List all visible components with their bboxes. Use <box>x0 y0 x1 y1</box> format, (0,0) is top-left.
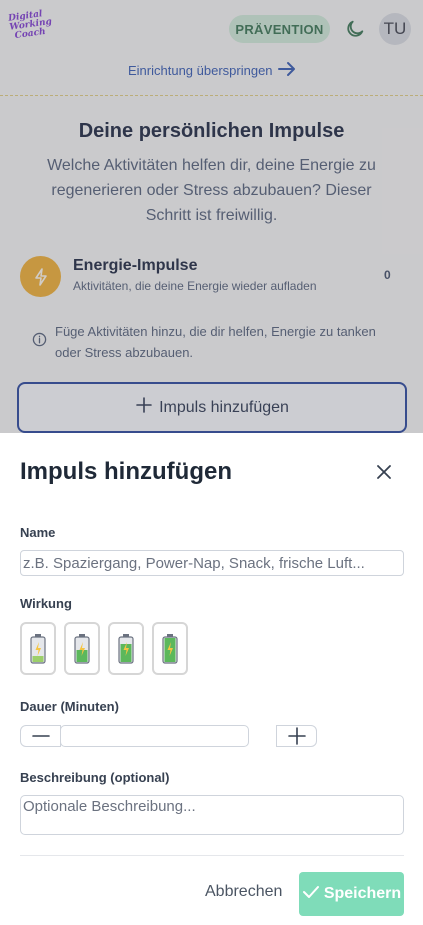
name-input[interactable] <box>20 550 404 576</box>
close-icon[interactable] <box>373 461 395 483</box>
battery-icon <box>162 633 178 664</box>
battery-level-2-button[interactable] <box>64 622 100 675</box>
modal-backdrop[interactable] <box>0 0 423 433</box>
battery-level-1-button[interactable] <box>20 622 56 675</box>
battery-icon <box>118 633 134 664</box>
decrement-button[interactable] <box>20 725 61 747</box>
description-field[interactable] <box>20 795 404 835</box>
battery-icon <box>74 633 90 664</box>
sheet-title: Impuls hinzufügen <box>20 458 232 485</box>
battery-level-3-button[interactable] <box>108 622 144 675</box>
save-label: Speichern <box>323 885 402 902</box>
duration-label: Dauer (Minuten) <box>20 699 119 714</box>
add-impulse-sheet: Impuls hinzufügen Name Wirkung Dauer (Mi… <box>0 433 423 925</box>
effect-selector <box>20 622 188 675</box>
increment-button[interactable] <box>276 725 317 747</box>
description-label: Beschreibung (optional) <box>20 770 170 785</box>
plus-icon <box>287 727 306 745</box>
save-button[interactable]: Speichern <box>299 872 404 916</box>
effect-label: Wirkung <box>20 596 72 611</box>
cancel-button[interactable]: Abbrechen <box>205 883 282 901</box>
battery-level-4-button[interactable] <box>152 622 188 675</box>
divider <box>20 855 404 856</box>
battery-icon <box>30 633 46 664</box>
name-label: Name <box>20 525 56 540</box>
check-icon <box>302 884 320 905</box>
minus-icon <box>31 735 50 737</box>
duration-input[interactable] <box>60 725 249 747</box>
